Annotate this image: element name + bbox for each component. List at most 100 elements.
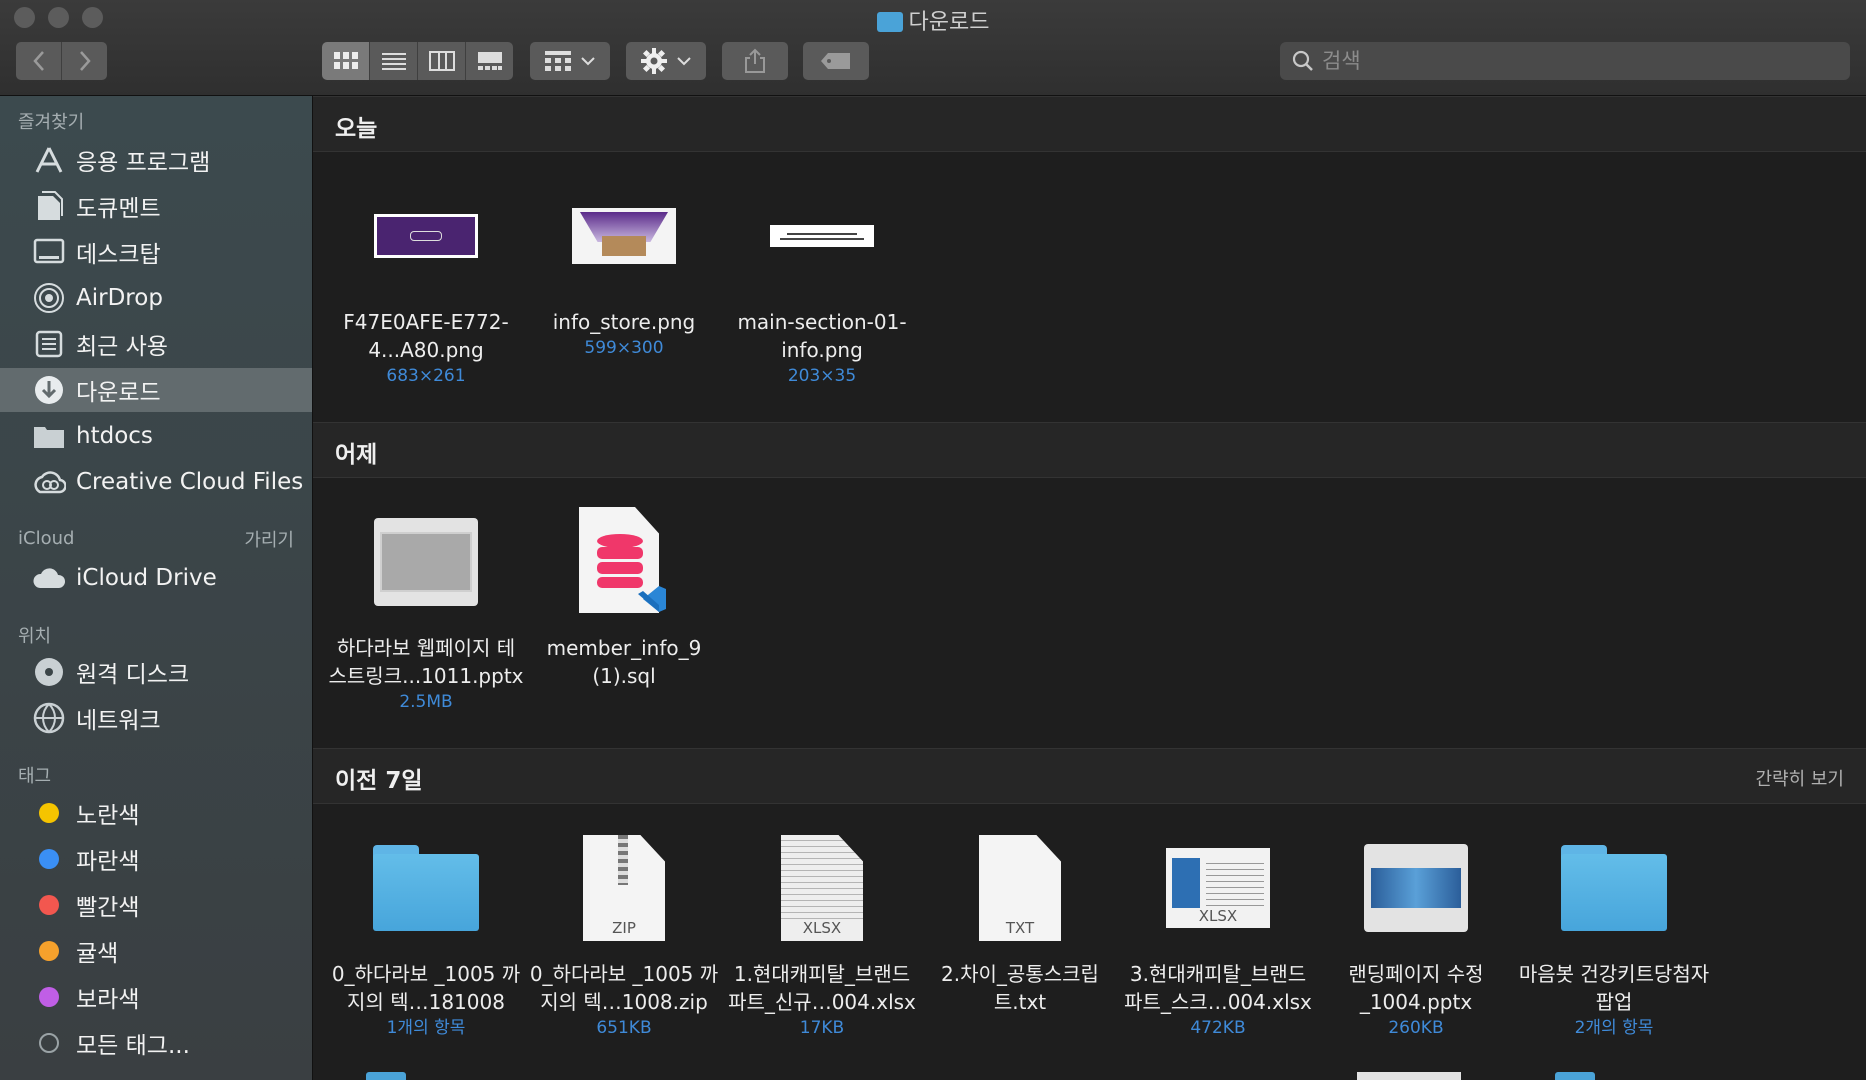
sidebar-item-airdrop[interactable]: AirDrop [0,276,312,320]
gallery-view-button[interactable] [466,42,513,80]
search-input[interactable] [1320,48,1824,74]
sidebar-item-label: 다운로드 [76,380,161,406]
icon-view-button[interactable] [322,42,370,80]
file-meta: 472KB [1190,1018,1246,1038]
file-meta: 17KB [799,1018,845,1038]
sidebar-item-tag-yellow[interactable]: 노란색 [0,791,312,835]
orange-tag-dot-icon [32,934,66,968]
sidebar-item-label: 파란색 [76,849,140,875]
sidebar-item-tag-blue[interactable]: 파란색 [0,837,312,881]
sql-file-icon [526,502,722,622]
pptx-thumbnail [1318,828,1514,948]
share-icon [745,48,765,73]
file-item[interactable]: XLSX 3.현대캐피탈_브랜드 파트_스크…004.xlsx 472KB [1120,828,1316,1040]
file-name: F47E0AFE-E772-4...A80.png [343,310,509,362]
sidebar-item-label: 네트워크 [76,708,161,734]
gallery-icon [477,52,502,70]
file-meta: 1개의 항목 [386,1018,466,1038]
sidebar-item-creative-cloud[interactable]: Creative Cloud Files [0,460,312,504]
sidebar-item-label: AirDrop [76,285,163,311]
nav-buttons [16,42,107,80]
locations-header: 위치 [18,626,52,647]
search-field[interactable] [1280,42,1850,80]
sidebar-item-recents[interactable]: 최근 사용 [0,322,312,366]
share-button[interactable] [722,42,788,80]
file-meta: 203×35 [787,366,857,386]
file-item[interactable]: TXT 2.차이_공통스크립트.txt [922,828,1118,1016]
file-item[interactable]: 0_하다라보 _1005 까지의 텍…181008 1개의 항목 [328,828,524,1040]
forward-button[interactable] [62,42,107,80]
cloud-icon [32,561,66,595]
sidebar-item-icloud-drive[interactable]: iCloud Drive [0,556,312,600]
show-less-button[interactable]: 간략히 보기 [1755,765,1844,791]
pptx-thumbnail [328,502,524,622]
chevron-down-icon [677,57,691,66]
downloads-icon [32,373,66,407]
column-view-button[interactable] [418,42,466,80]
back-button[interactable] [16,42,62,80]
sidebar-item-label: 모든 태그... [76,1033,190,1059]
file-item[interactable]: ZIP 0_하다라보 _1005 까지의 텍…1008.zip 651KB [526,828,722,1040]
file-name: 1.현대캐피탈_브랜드 파트_신규…004.xlsx [728,962,916,1014]
section-title: 이전 7일 [335,768,423,794]
sidebar-item-tag-red[interactable]: 빨간색 [0,883,312,927]
chevron-right-icon [79,51,91,71]
sidebar-item-label: 노란색 [76,803,140,829]
sidebar-item-all-tags[interactable]: 모든 태그... [0,1021,312,1065]
sidebar-item-label: 도큐멘트 [76,196,161,222]
section-header-yesterday: 어제 [313,422,1866,478]
file-item[interactable]: 마음봇 건강키트당첨자 팝업 2개의 항목 [1516,828,1712,1040]
file-meta: 2개의 항목 [1574,1018,1654,1038]
action-menu-button[interactable] [626,42,706,80]
sidebar-item-label: 최근 사용 [76,334,168,360]
sidebar-item-network[interactable]: 네트워크 [0,696,312,740]
folder-thumbnail [328,828,524,948]
sidebar-item-desktop[interactable]: 데스크탑 [0,230,312,274]
chevron-down-icon [581,57,595,66]
file-type-label: TXT [1005,919,1035,937]
view-mode-segment [322,42,513,80]
sidebar-item-htdocs[interactable]: htdocs [0,414,312,458]
xlsx-file-icon: XLSX [1120,828,1316,948]
sidebar-item-remote-disc[interactable]: 원격 디스크 [0,650,312,694]
file-meta: 2.5MB [399,692,453,712]
columns-icon [428,51,455,71]
sidebar-item-tag-orange[interactable]: 귤색 [0,929,312,973]
file-meta: 260KB [1388,1018,1444,1038]
tags-button[interactable] [803,42,869,80]
file-meta: 651KB [596,1018,652,1038]
list-icon [381,53,406,70]
file-item[interactable]: info_store.png 599×300 [526,176,722,360]
file-meta: 599×300 [584,338,664,358]
list-view-button[interactable] [370,42,418,80]
txt-file-icon: TXT [922,828,1118,948]
file-item[interactable]: member_info_9 (1).sql [526,502,722,690]
file-item[interactable]: 랜딩페이지 수정_1004.pptx 260KB [1318,828,1514,1040]
file-item[interactable]: main-section-01-info.png 203×35 [724,176,920,388]
file-name: 랜딩페이지 수정_1004.pptx [1348,962,1484,1014]
file-name: 하다라보 웹페이지 테스트링크...1011.pptx [328,636,524,688]
sidebar-item-label: iCloud Drive [76,565,217,591]
file-name: main-section-01-info.png [737,310,907,362]
file-name: member_info_9 (1).sql [546,636,702,688]
group-by-button[interactable] [530,42,610,80]
folder-thumbnail [1516,828,1712,948]
sidebar-item-label: 데스크탑 [76,242,161,268]
sidebar-item-tag-purple[interactable]: 보라색 [0,975,312,1019]
blue-tag-dot-icon [32,842,66,876]
file-meta: 683×261 [386,366,466,386]
yellow-tag-dot-icon [32,796,66,830]
sidebar-item-documents[interactable]: 도큐멘트 [0,184,312,228]
file-item[interactable]: XLSX 1.현대캐피탈_브랜드 파트_신규…004.xlsx 17KB [724,828,920,1040]
creative-cloud-icon [32,465,66,499]
sidebar-item-applications[interactable]: 응용 프로그램 [0,138,312,182]
xlsx-file-icon: XLSX [724,828,920,948]
sidebar-item-downloads[interactable]: 다운로드 [0,368,312,412]
icloud-hide-button[interactable]: 가리기 [244,526,294,552]
group-grid-icon [545,51,571,71]
file-name: 3.현대캐피탈_브랜드 파트_스크…004.xlsx [1124,962,1312,1014]
file-item[interactable]: 하다라보 웹페이지 테스트링크...1011.pptx 2.5MB [328,502,524,714]
sidebar-item-label: 빨간색 [76,895,140,921]
file-item[interactable]: F47E0AFE-E772-4...A80.png 683×261 [328,176,524,388]
icloud-header: iCloud [18,528,75,549]
